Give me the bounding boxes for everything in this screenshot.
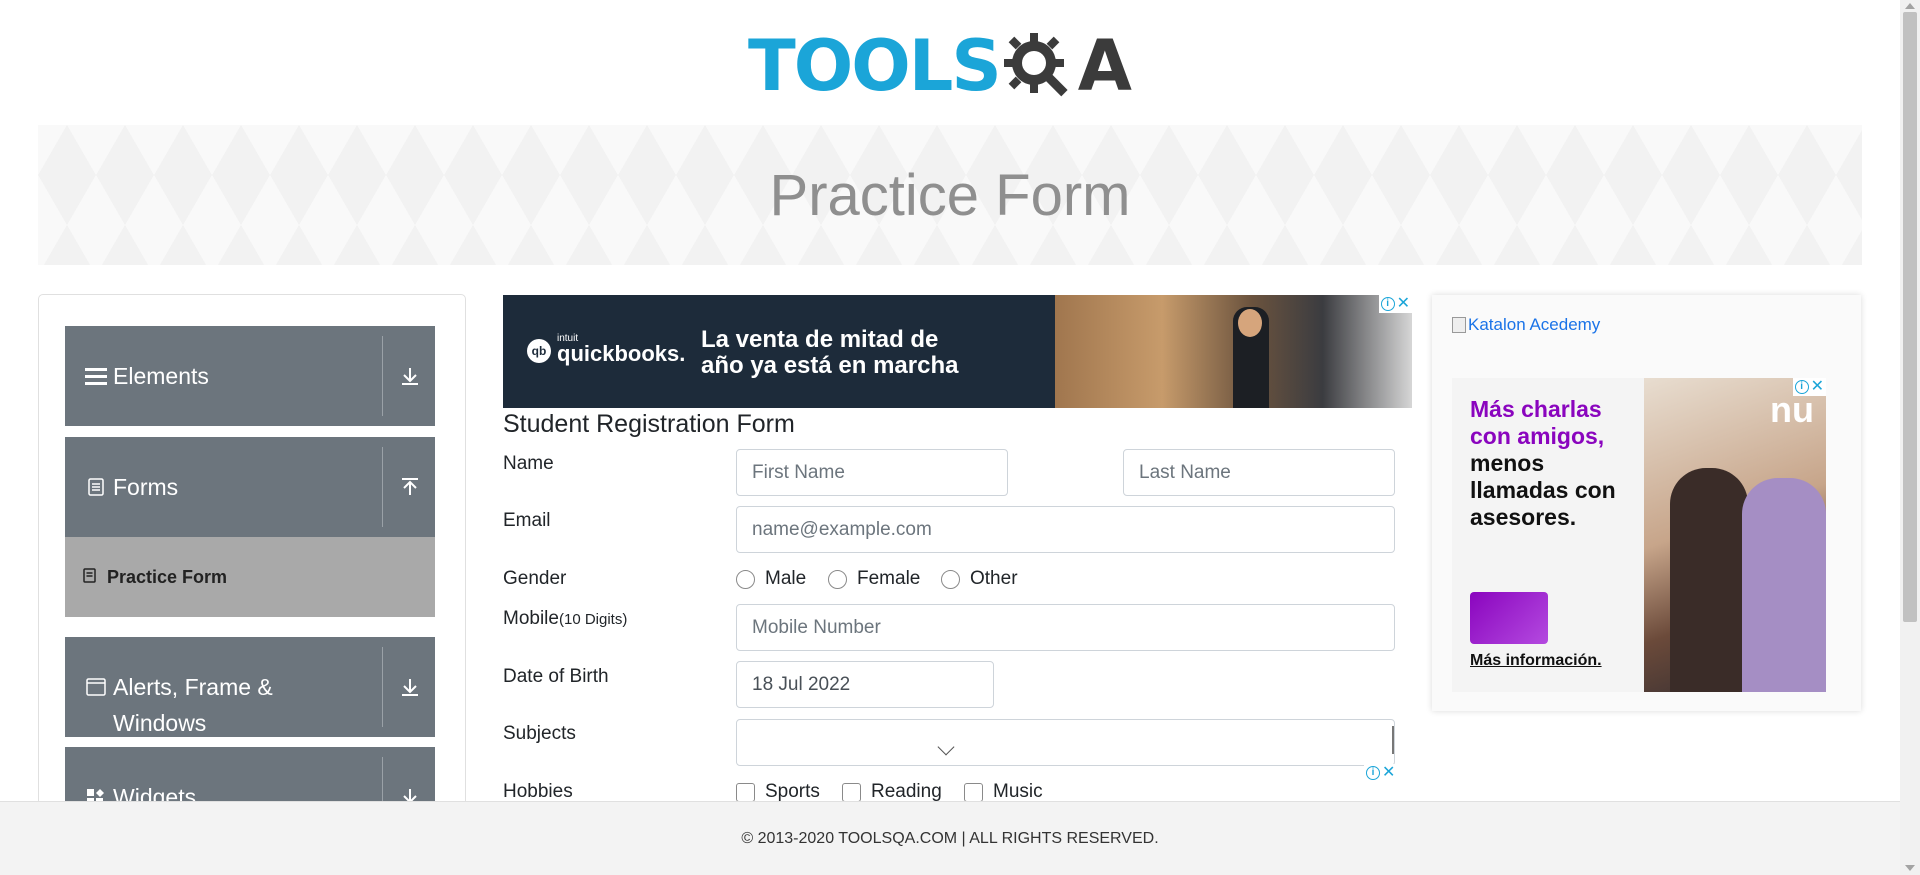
- gender-option-label: Other: [970, 568, 1018, 589]
- close-icon[interactable]: ✕: [1382, 765, 1395, 781]
- subjects-label: Subjects: [503, 723, 576, 744]
- nu-logo: nu: [1770, 389, 1814, 430]
- ad-choices[interactable]: i ✕: [1792, 378, 1826, 396]
- quickbooks-ad[interactable]: qb intuit quickbooks. La venta de mitad …: [503, 295, 1412, 408]
- divider: [382, 647, 383, 727]
- email-label: Email: [503, 510, 551, 531]
- ad-choices[interactable]: i ✕: [1378, 295, 1412, 313]
- first-name-input[interactable]: First Name: [736, 449, 1008, 496]
- gender-label: Gender: [503, 568, 567, 589]
- divider: [382, 447, 383, 527]
- ad-choices[interactable]: i ✕: [1364, 764, 1398, 782]
- nu-more-link[interactable]: Más información.: [1470, 652, 1602, 670]
- sidebar-group-label: Elements: [113, 363, 209, 389]
- checkbox[interactable]: [736, 782, 755, 802]
- checkbox[interactable]: [842, 782, 861, 802]
- ad-headline-line2: año ya está en marcha: [701, 352, 959, 379]
- info-icon[interactable]: i: [1366, 766, 1380, 780]
- mobile-label: Mobile(10 Digits): [503, 608, 627, 630]
- form-title: Student Registration Form: [503, 410, 795, 438]
- dob-label: Date of Birth: [503, 666, 609, 687]
- nu-ad-text: Más charlas con amigos, menos llamadas c…: [1470, 396, 1640, 531]
- hobby-option-label: Reading: [871, 781, 942, 802]
- gender-option-label: Male: [765, 568, 807, 589]
- sidebar-item-label: Practice Form: [107, 566, 228, 587]
- hobbies-label: Hobbies: [503, 781, 573, 802]
- download-arrow-icon[interactable]: [397, 358, 423, 394]
- logo-text-tools: TOOLS: [748, 25, 1002, 107]
- document-icon: [85, 469, 107, 505]
- nu-ad-line3: menos: [1470, 450, 1545, 476]
- sidebar-item-practice-form[interactable]: Practice Form: [65, 537, 435, 617]
- hamburger-icon: [85, 358, 107, 394]
- sidebar-group-alerts[interactable]: Alerts, Frame & Windows: [65, 637, 435, 737]
- radio-button[interactable]: [941, 569, 960, 589]
- gear-magnifier-icon: [1003, 33, 1068, 97]
- nu-ad-line4: llamadas con: [1470, 477, 1616, 503]
- hobby-option-label: Sports: [765, 781, 820, 802]
- email-input[interactable]: name@example.com: [736, 506, 1395, 553]
- form-icon: [83, 568, 97, 586]
- window-icon: [85, 669, 107, 705]
- gender-radio-other[interactable]: Other: [941, 568, 1018, 590]
- ad-headline: La venta de mitad de año ya está en marc…: [701, 327, 958, 379]
- quickbooks-logo-icon: qb: [527, 339, 551, 363]
- name-label: Name: [503, 453, 554, 474]
- broken-image-alt: Katalon Acedemy: [1468, 315, 1601, 334]
- nu-card-image: [1470, 592, 1548, 644]
- info-icon[interactable]: i: [1794, 380, 1809, 394]
- sidebar-group-label: Alerts, Frame &: [113, 674, 273, 700]
- nu-ad-line2: con amigos,: [1470, 423, 1605, 449]
- nu-ad[interactable]: Más charlas con amigos, menos llamadas c…: [1452, 378, 1826, 692]
- download-arrow-icon[interactable]: [397, 669, 423, 705]
- close-icon[interactable]: ✕: [1811, 379, 1824, 395]
- page-footer: © 2013-2020 TOOLSQA.COM | ALL RIGHTS RES…: [0, 801, 1900, 875]
- page-title: Practice Form: [769, 162, 1131, 228]
- footer-copyright: © 2013-2020 TOOLSQA.COM | ALL RIGHTS RES…: [741, 829, 1159, 847]
- broken-image-link[interactable]: Katalon Acedemy: [1452, 315, 1600, 335]
- page-banner: Practice Form: [38, 125, 1862, 265]
- scrollbar-thumb[interactable]: [1903, 12, 1917, 622]
- scroll-up-arrow-icon[interactable]: [1905, 3, 1915, 9]
- gender-radio-male[interactable]: Male: [736, 568, 806, 590]
- hobby-checkbox-sports[interactable]: Sports: [736, 781, 820, 803]
- scroll-down-arrow-icon[interactable]: [1905, 865, 1915, 871]
- checkbox[interactable]: [964, 782, 983, 802]
- sidebar-group-elements[interactable]: Elements: [65, 326, 435, 426]
- radio-button[interactable]: [736, 569, 755, 589]
- toolsqa-logo[interactable]: TOOLS A: [748, 18, 1154, 114]
- info-icon[interactable]: i: [1380, 297, 1395, 311]
- hobby-checkbox-music[interactable]: Music: [964, 781, 1043, 803]
- ad-brand: quickbooks.: [557, 341, 686, 366]
- nu-ad-person2: [1742, 478, 1826, 692]
- divider: [382, 336, 383, 416]
- radio-button[interactable]: [828, 569, 847, 589]
- mobile-label-text: Mobile: [503, 608, 559, 629]
- gender-option-label: Female: [857, 568, 921, 589]
- upload-arrow-icon[interactable]: [397, 469, 423, 505]
- nu-ad-person1: [1670, 468, 1748, 692]
- vertical-scrollbar[interactable]: [1900, 0, 1920, 875]
- dob-input[interactable]: 18 Jul 2022: [736, 661, 994, 708]
- text-cursor: [1392, 726, 1394, 754]
- sidebar-group-label-line2: Windows: [113, 710, 207, 736]
- mobile-hint: (10 Digits): [558, 611, 628, 628]
- sidebar-group-forms[interactable]: Forms: [65, 437, 435, 537]
- gender-radio-female[interactable]: Female: [828, 568, 920, 590]
- hobby-option-label: Music: [993, 781, 1043, 802]
- sidebar-group-label: Forms: [113, 474, 179, 500]
- close-icon[interactable]: ✕: [1397, 296, 1410, 312]
- right-ad-panel: Katalon Acedemy Más charlas con amigos, …: [1432, 295, 1861, 711]
- subjects-input[interactable]: [736, 719, 1395, 766]
- nu-ad-line1: Más charlas: [1470, 396, 1602, 422]
- hobby-checkbox-reading[interactable]: Reading: [842, 781, 942, 803]
- mobile-input[interactable]: Mobile Number: [736, 604, 1395, 651]
- logo-text-a: A: [1077, 25, 1132, 107]
- last-name-input[interactable]: Last Name: [1123, 449, 1395, 496]
- ad-headline-line1: La venta de mitad de: [701, 326, 939, 353]
- ad-person-face: [1238, 309, 1262, 337]
- sidebar: Elements Forms Practice Form Alerts, Fra…: [38, 294, 466, 875]
- nu-ad-line5: asesores.: [1470, 504, 1577, 530]
- broken-image-icon: [1452, 317, 1466, 333]
